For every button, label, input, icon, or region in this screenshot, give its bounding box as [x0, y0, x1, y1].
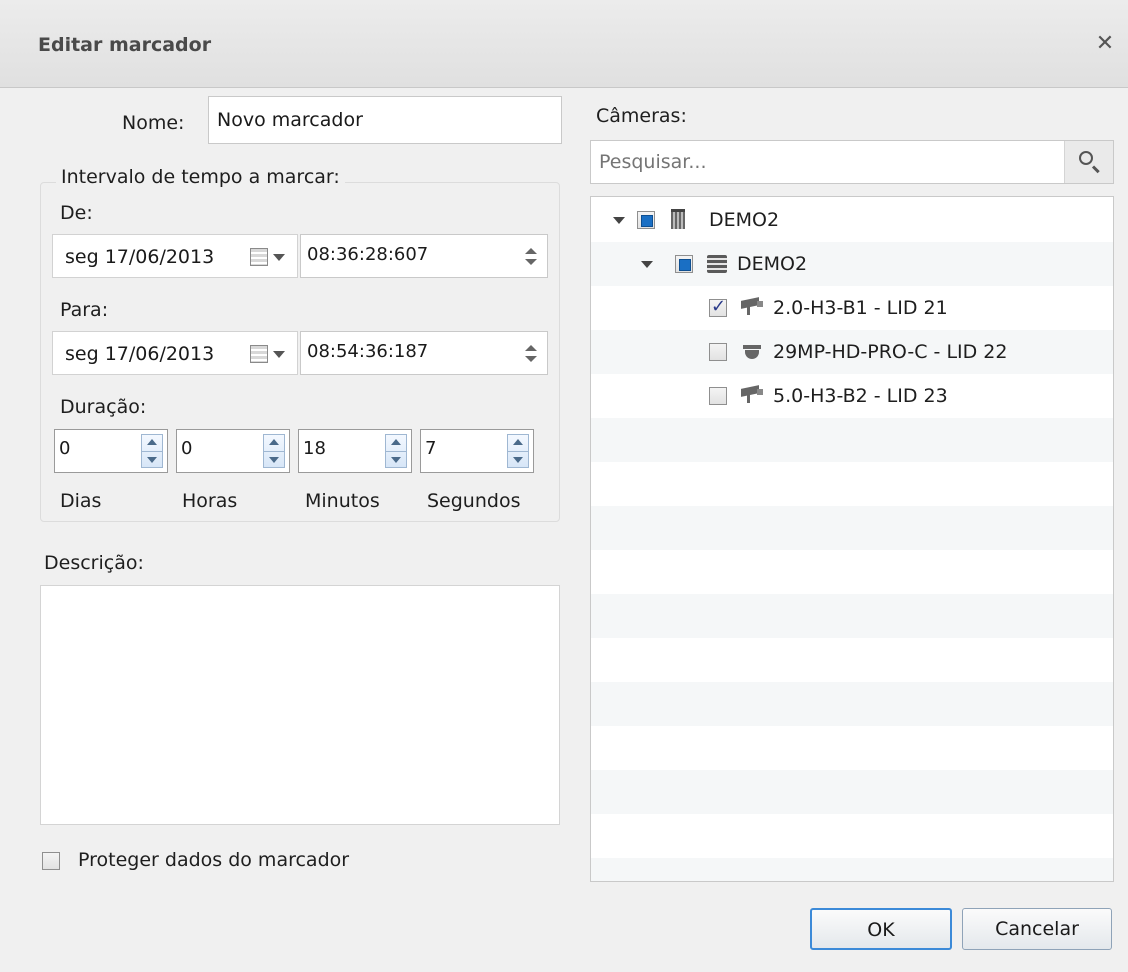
hours-spin-buttons[interactable]: [263, 434, 285, 468]
dome-camera-icon: [743, 345, 761, 359]
from-time-value: 08:36:28:607: [307, 244, 429, 265]
spin-down-icon[interactable]: [525, 259, 537, 265]
to-label: Para:: [60, 299, 109, 321]
minutes-stepper[interactable]: 18: [298, 429, 412, 473]
camera-icon: [741, 385, 765, 403]
seconds-value: 7: [425, 438, 437, 459]
hours-stepper[interactable]: 0: [176, 429, 290, 473]
seconds-label: Segundos: [427, 490, 521, 512]
tree-item-label: 5.0-H3-B2 - LID 23: [773, 385, 948, 407]
chevron-down-icon: [273, 254, 285, 261]
hours-label: Horas: [182, 490, 238, 512]
seconds-stepper[interactable]: 7: [420, 429, 534, 473]
camera-search-input[interactable]: [590, 140, 1114, 184]
dialog-title: Editar marcador: [38, 34, 212, 56]
name-label: Nome:: [122, 112, 185, 134]
tree-item-label: 2.0-H3-B1 - LID 21: [773, 297, 948, 319]
expand-arrow-icon[interactable]: [641, 261, 653, 268]
tree-checkbox[interactable]: [709, 387, 727, 405]
expand-arrow-icon[interactable]: [613, 217, 625, 224]
tree-item-label: 29MP-HD-PRO-C - LID 22: [773, 341, 1008, 363]
tree-checkbox[interactable]: [637, 211, 655, 229]
tree-checkbox[interactable]: [709, 296, 727, 317]
search-button[interactable]: [1064, 141, 1113, 183]
from-date-value: seg 17/06/2013: [65, 246, 215, 268]
spin-down-icon[interactable]: [525, 356, 537, 362]
dialog-titlebar: Editar marcador ✕: [0, 0, 1128, 88]
spin-up-icon[interactable]: [525, 248, 537, 254]
to-date-picker[interactable]: seg 17/06/2013: [52, 331, 298, 375]
spin-up-icon[interactable]: [525, 345, 537, 351]
minutes-value: 18: [303, 438, 326, 459]
calendar-icon: [250, 345, 268, 363]
to-date-value: seg 17/06/2013: [65, 343, 215, 365]
seconds-spin-buttons[interactable]: [507, 434, 529, 468]
duration-label: Duração:: [60, 396, 147, 418]
description-textarea[interactable]: [40, 585, 560, 825]
days-spin-buttons[interactable]: [141, 434, 163, 468]
tree-checkbox[interactable]: [709, 343, 727, 361]
search-icon: [1079, 151, 1093, 165]
cancel-button[interactable]: Cancelar: [962, 908, 1112, 950]
protect-checkbox[interactable]: [42, 852, 60, 870]
chevron-down-icon: [273, 351, 285, 358]
from-date-picker[interactable]: seg 17/06/2013: [52, 234, 298, 278]
minutes-spin-buttons[interactable]: [385, 434, 407, 468]
tree-item-label: DEMO2: [709, 209, 780, 231]
hours-value: 0: [181, 438, 193, 459]
close-icon[interactable]: ✕: [1092, 30, 1118, 58]
days-stepper[interactable]: 0: [54, 429, 168, 473]
tree-item-label: DEMO2: [737, 253, 808, 275]
from-label: De:: [60, 202, 93, 224]
days-label: Dias: [60, 490, 102, 512]
description-label: Descrição:: [44, 552, 144, 574]
to-time-input[interactable]: 08:54:36:187: [300, 331, 548, 375]
cameras-label: Câmeras:: [596, 105, 687, 127]
tree-checkbox[interactable]: [675, 255, 693, 273]
server-icon: [707, 255, 727, 273]
protect-label: Proteger dados do marcador: [78, 849, 350, 871]
ok-button[interactable]: OK: [810, 908, 952, 950]
camera-icon: [741, 297, 765, 315]
days-value: 0: [59, 438, 71, 459]
camera-tree[interactable]: DEMO2 DEMO2 2.0-H3-B1 - LID 21 29MP-HD-P…: [590, 196, 1114, 882]
name-input[interactable]: [208, 96, 562, 144]
building-icon: [671, 209, 685, 229]
edit-bookmark-dialog: Editar marcador ✕ Nome: Intervalo de tem…: [0, 0, 1128, 972]
from-time-input[interactable]: 08:36:28:607: [300, 234, 548, 278]
time-interval-legend: Intervalo de tempo a marcar:: [56, 166, 345, 188]
to-time-value: 08:54:36:187: [307, 341, 429, 362]
minutes-label: Minutos: [305, 490, 380, 512]
calendar-icon: [250, 248, 268, 266]
